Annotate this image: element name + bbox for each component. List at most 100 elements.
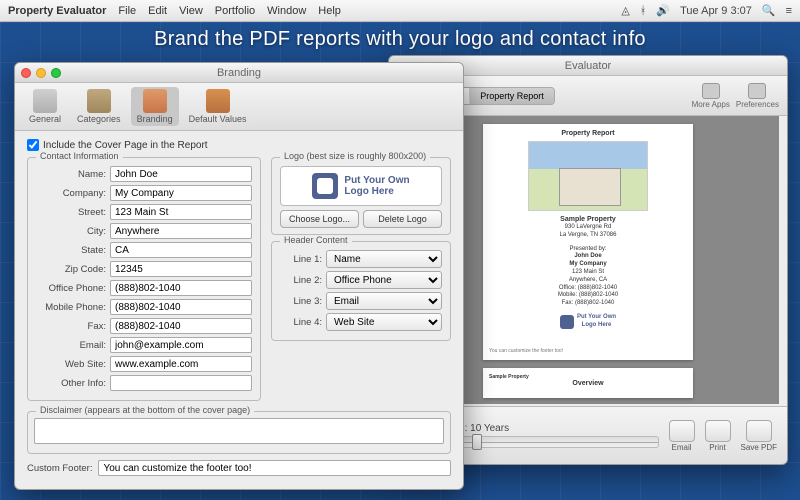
menu-edit[interactable]: Edit bbox=[148, 5, 167, 17]
front-titlebar[interactable]: Branding bbox=[15, 63, 463, 83]
overview-heading: Overview bbox=[489, 380, 687, 387]
header-content-section: Header Content Line 1:Name Line 2:Office… bbox=[271, 241, 451, 341]
email-label: Email: bbox=[36, 340, 106, 351]
tab-categories[interactable]: Categories bbox=[71, 87, 127, 126]
zip-field[interactable] bbox=[110, 261, 252, 277]
print-button[interactable]: Print bbox=[705, 420, 731, 452]
report-footer-note: You can customize the footer too! bbox=[489, 348, 687, 354]
logo-icon bbox=[560, 315, 574, 329]
general-icon bbox=[33, 89, 57, 113]
slider-thumb[interactable] bbox=[472, 434, 482, 450]
email-icon bbox=[669, 420, 695, 442]
menu-file[interactable]: File bbox=[118, 5, 136, 17]
disclaimer-section: Disclaimer (appears at the bottom of the… bbox=[27, 411, 451, 454]
state-label: State: bbox=[36, 245, 106, 256]
report-heading: Property Report bbox=[489, 130, 687, 137]
more-apps-button[interactable]: More Apps bbox=[692, 83, 730, 109]
name-field[interactable] bbox=[110, 166, 252, 182]
line3-label: Line 3: bbox=[280, 296, 322, 307]
wifi-icon[interactable]: ◬ bbox=[621, 4, 629, 17]
notification-icon[interactable]: ≡ bbox=[786, 5, 792, 17]
categories-icon bbox=[87, 89, 111, 113]
volume-icon[interactable]: 🔊 bbox=[656, 4, 670, 17]
email-field[interactable] bbox=[110, 337, 252, 353]
logo-text: Put Your Own Logo Here bbox=[344, 175, 409, 197]
company-field[interactable] bbox=[110, 185, 252, 201]
delete-logo-button[interactable]: Delete Logo bbox=[363, 210, 442, 228]
report-street: 123 Main St bbox=[489, 269, 687, 277]
city-field[interactable] bbox=[110, 223, 252, 239]
office-phone-field[interactable] bbox=[110, 280, 252, 296]
disclaimer-legend: Disclaimer (appears at the bottom of the… bbox=[36, 405, 254, 415]
report-office: Office: (888)802-1040 bbox=[489, 285, 687, 293]
cart-icon bbox=[702, 83, 720, 99]
tab-general[interactable]: General bbox=[23, 87, 67, 126]
report-logo: Put Your Own Logo Here bbox=[489, 314, 687, 330]
bluetooth-icon[interactable]: ᚼ bbox=[640, 5, 647, 17]
mobile-phone-field[interactable] bbox=[110, 299, 252, 315]
report-page-1: Property Report Sample Property 930 LaVe… bbox=[483, 124, 693, 360]
save-pdf-button[interactable]: Save PDF bbox=[741, 420, 777, 452]
state-field[interactable] bbox=[110, 242, 252, 258]
line4-label: Line 4: bbox=[280, 317, 322, 328]
tab-branding[interactable]: Branding bbox=[131, 87, 179, 126]
disclaimer-textarea[interactable] bbox=[34, 418, 444, 444]
addr-line-2: La Vergne, TN 37086 bbox=[489, 232, 687, 240]
preferences-button[interactable]: Preferences bbox=[736, 83, 779, 109]
branding-body: Include the Cover Page in the Report Con… bbox=[15, 131, 463, 489]
sample-property-name: Sample Property bbox=[489, 215, 687, 224]
menu-portfolio[interactable]: Portfolio bbox=[215, 5, 255, 17]
app-name: Property Evaluator bbox=[8, 5, 106, 17]
zip-label: Zip Code: bbox=[36, 264, 106, 275]
contact-legend: Contact Information bbox=[36, 151, 123, 161]
fax-field[interactable] bbox=[110, 318, 252, 334]
menu-window[interactable]: Window bbox=[267, 5, 306, 17]
print-icon bbox=[705, 420, 731, 442]
street-label: Street: bbox=[36, 207, 106, 218]
front-title: Branding bbox=[15, 67, 463, 79]
email-button[interactable]: Email bbox=[669, 420, 695, 452]
line1-select[interactable]: Name bbox=[326, 250, 442, 268]
logo-legend: Logo (best size is roughly 800x200) bbox=[280, 151, 430, 161]
other-label: Other Info: bbox=[36, 378, 106, 389]
contact-section: Contact Information Name: Company: Stree… bbox=[27, 157, 261, 401]
pdf-icon bbox=[746, 420, 772, 442]
line3-select[interactable]: Email bbox=[326, 292, 442, 310]
branding-window: Branding General Categories Branding Def… bbox=[14, 62, 464, 490]
logo-preview: Put Your Own Logo Here bbox=[280, 166, 442, 206]
gear-icon bbox=[748, 83, 766, 99]
report-mobile: Mobile: (888)802-1040 bbox=[489, 292, 687, 300]
custom-footer-label: Custom Footer: bbox=[27, 463, 92, 474]
tab-default-values[interactable]: Default Values bbox=[183, 87, 253, 126]
web-label: Web Site: bbox=[36, 359, 106, 370]
website-field[interactable] bbox=[110, 356, 252, 372]
header-legend: Header Content bbox=[280, 235, 352, 245]
other-info-field[interactable] bbox=[110, 375, 252, 391]
include-cover-label: Include the Cover Page in the Report bbox=[43, 140, 208, 151]
prefs-toolbar: General Categories Branding Default Valu… bbox=[15, 83, 463, 131]
tab-property-report[interactable]: Property Report bbox=[470, 88, 554, 104]
include-cover-checkbox[interactable] bbox=[27, 139, 39, 151]
line2-select[interactable]: Office Phone bbox=[326, 271, 442, 289]
logo-section: Logo (best size is roughly 800x200) Put … bbox=[271, 157, 451, 235]
presented-by: Presented by: bbox=[489, 246, 687, 254]
addr-line-1: 930 LaVergne Rd bbox=[489, 224, 687, 232]
banner-text: Brand the PDF reports with your logo and… bbox=[0, 28, 800, 51]
street-field[interactable] bbox=[110, 204, 252, 220]
report-page-2: Sample Property Overview bbox=[483, 368, 693, 398]
clock[interactable]: Tue Apr 9 3:07 bbox=[680, 5, 752, 17]
menubar: Property Evaluator File Edit View Portfo… bbox=[0, 0, 800, 22]
office-label: Office Phone: bbox=[36, 283, 106, 294]
menu-help[interactable]: Help bbox=[318, 5, 341, 17]
choose-logo-button[interactable]: Choose Logo... bbox=[280, 210, 359, 228]
spotlight-icon[interactable]: 🔍 bbox=[762, 4, 776, 17]
line4-select[interactable]: Web Site bbox=[326, 313, 442, 331]
custom-footer-field[interactable] bbox=[98, 460, 451, 476]
report-name: John Doe bbox=[489, 253, 687, 261]
line2-label: Line 2: bbox=[280, 275, 322, 286]
menu-view[interactable]: View bbox=[179, 5, 203, 17]
report-fax: Fax: (888)802-1040 bbox=[489, 300, 687, 308]
line1-label: Line 1: bbox=[280, 254, 322, 265]
logo-icon bbox=[312, 173, 338, 199]
property-photo bbox=[528, 141, 648, 211]
